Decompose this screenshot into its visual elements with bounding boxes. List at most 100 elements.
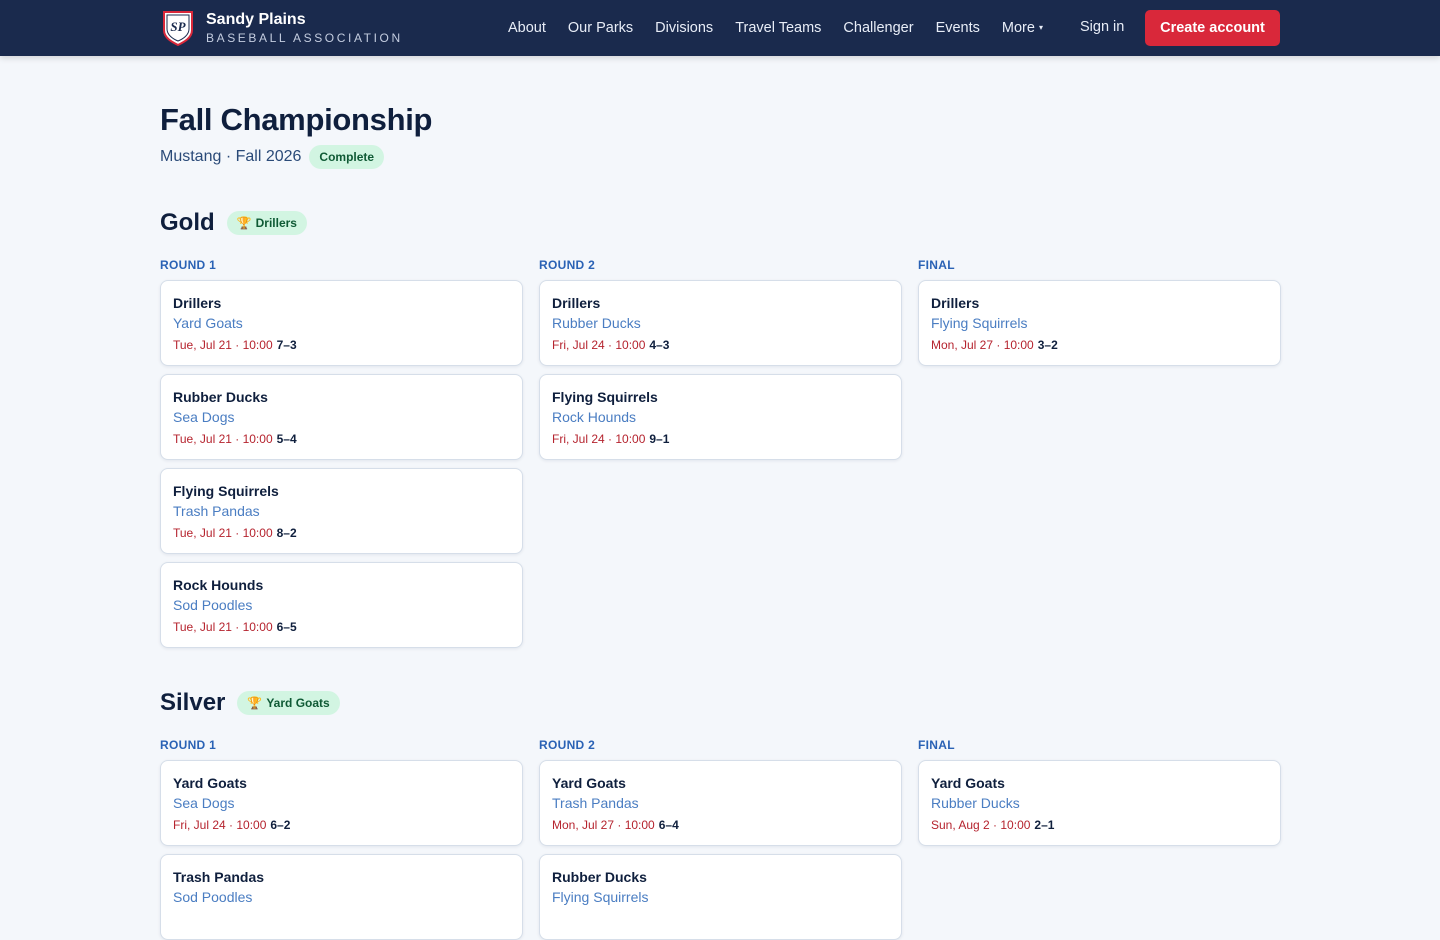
shield-logo-icon: SP [162, 10, 194, 46]
match-datetime: Tue, Jul 21 · 10:00 [173, 432, 273, 446]
match-card[interactable]: Flying Squirrels Rock Hounds Fri, Jul 24 ·… [539, 374, 902, 460]
round-column: FINAL Drillers Flying Squirrels Mon, Jul 27… [918, 258, 1281, 366]
match-loser: Flying Squirrels [931, 315, 1028, 331]
match-score: 4–3 [649, 338, 670, 352]
match-card[interactable]: Flying Squirrels Trash Pandas Tue, Jul 21 … [160, 468, 523, 554]
nav-challenger[interactable]: Challenger [843, 20, 913, 36]
nav-about[interactable]: About [508, 20, 546, 36]
match-card[interactable]: Drillers Rubber Ducks Fri, Jul 24 · 10:00 4… [539, 280, 902, 366]
match-winner: Flying Squirrels [552, 389, 658, 405]
nav-our-parks[interactable]: Our Parks [568, 20, 633, 36]
top-nav-bar: SP Sandy Plains BASEBALL ASSOCIATION Abo… [0, 0, 1440, 56]
match-winner: Flying Squirrels [173, 483, 279, 499]
create-account-button[interactable]: Create account [1145, 10, 1280, 46]
match-winner: Rubber Ducks [552, 869, 647, 885]
match-meta: Mon, Jul 27 · 10:00 6–4 [552, 818, 679, 832]
trophy-icon: 🏆 [247, 696, 263, 710]
round-column: ROUND 1 Yard Goats Sea Dogs Fri, Jul 24 · 1… [160, 738, 523, 940]
nav-divisions[interactable]: Divisions [655, 20, 713, 36]
match-winner: Drillers [552, 295, 601, 311]
trophy-icon: 🏆 [236, 216, 252, 230]
match-winner: Rock Hounds [173, 577, 264, 593]
chevron-down-icon: ▾ [1038, 23, 1043, 32]
match-winner: Drillers [173, 295, 222, 311]
match-loser: Sod Poodles [173, 889, 253, 905]
match-card[interactable]: Rubber Ducks Flying Squirrels [539, 854, 902, 940]
round-column: FINAL Yard Goats Rubber Ducks Sun, Aug 2 · … [918, 738, 1281, 846]
match-card[interactable]: Yard Goats Trash Pandas Mon, Jul 27 · 10:0… [539, 760, 902, 846]
match-score: 5–4 [276, 432, 297, 446]
brand-subtitle: BASEBALL ASSOCIATION [206, 30, 403, 45]
champion-name: Drillers [255, 216, 297, 230]
match-datetime: Mon, Jul 27 · 10:00 [931, 338, 1034, 352]
match-score: 6–2 [270, 818, 291, 832]
match-score: 6–4 [658, 818, 679, 832]
bracket-header: Silver 🏆 Yard Goats [160, 688, 1280, 718]
match-datetime: Tue, Jul 21 · 10:00 [173, 526, 273, 540]
match-datetime: Tue, Jul 21 · 10:00 [173, 620, 273, 634]
match-datetime: Fri, Jul 24 · 10:00 [173, 818, 267, 832]
match-loser: Yard Goats [173, 315, 243, 331]
match-datetime: Mon, Jul 27 · 10:00 [552, 818, 655, 832]
match-meta: Tue, Jul 21 · 10:00 6–5 [173, 620, 297, 634]
match-meta: Fri, Jul 24 · 10:00 6–2 [173, 818, 290, 832]
nav-more-dropdown[interactable]: More ▾ [1002, 20, 1043, 36]
match-card[interactable]: Rubber Ducks Sea Dogs Tue, Jul 21 · 10:00 5… [160, 374, 523, 460]
round-column: ROUND 2 Yard Goats Trash Pandas Mon, Jul 27… [539, 738, 902, 940]
champion-badge: 🏆 Drillers [226, 211, 307, 235]
page-title: Fall Championship [160, 102, 433, 137]
round-column: ROUND 2 Drillers Rubber Ducks Fri, Jul 24 ·… [539, 258, 902, 460]
bracket-section-silver: Silver 🏆 Yard Goats ROUND 1 Yard Goats Sea Do… [160, 688, 1281, 940]
match-score: 9–1 [649, 432, 670, 446]
match-score: 8–2 [276, 526, 297, 540]
match-meta: Mon, Jul 27 · 10:00 3–2 [931, 338, 1058, 352]
nav-more-label: More [1001, 20, 1035, 36]
brand-home-link[interactable]: SP Sandy Plains BASEBALL ASSOCIATION [162, 10, 403, 46]
round-label: FINAL [918, 258, 955, 272]
match-loser: Rubber Ducks [552, 315, 641, 331]
bracket-header: Gold 🏆 Drillers [160, 208, 1280, 238]
match-winner: Yard Goats [552, 775, 626, 791]
match-meta: Tue, Jul 21 · 10:00 8–2 [173, 526, 297, 540]
match-loser: Trash Pandas [173, 503, 260, 519]
nav-events[interactable]: Events [936, 20, 980, 36]
brand-name: Sandy Plains [206, 10, 306, 28]
match-meta [552, 912, 556, 926]
match-score: 6–5 [276, 620, 297, 634]
match-loser: Sod Poodles [173, 597, 253, 613]
match-card[interactable]: Drillers Yard Goats Tue, Jul 21 · 10:00 7–3 [160, 280, 523, 366]
match-winner: Drillers [931, 295, 980, 311]
match-card[interactable]: Rock Hounds Sod Poodles Tue, Jul 21 · 10:0… [160, 562, 523, 648]
match-loser: Sea Dogs [173, 409, 235, 425]
bracket-title: Gold [160, 209, 215, 236]
match-card[interactable]: Trash Pandas Sod Poodles [160, 854, 523, 940]
page-subtitle: Mustang · Fall 2026 [160, 148, 302, 165]
match-datetime: Fri, Jul 24 · 10:00 [552, 338, 646, 352]
bracket-section-gold: Gold 🏆 Drillers ROUND 1 Drillers Yard Goats Tu… [160, 208, 1281, 648]
match-winner: Trash Pandas [173, 869, 265, 885]
match-card[interactable]: Drillers Flying Squirrels Mon, Jul 27 · 10… [918, 280, 1281, 366]
nav-travel-teams[interactable]: Travel Teams [735, 20, 821, 36]
match-meta: Tue, Jul 21 · 10:00 5–4 [173, 432, 297, 446]
match-score: 7–3 [276, 338, 297, 352]
match-loser: Rubber Ducks [931, 795, 1020, 811]
match-datetime: Tue, Jul 21 · 10:00 [173, 338, 273, 352]
sign-in-link[interactable]: Sign in [1080, 19, 1124, 35]
match-score: 2–1 [1034, 818, 1055, 832]
match-winner: Yard Goats [931, 775, 1005, 791]
match-card[interactable]: Yard Goats Sea Dogs Fri, Jul 24 · 10:00 6–2 [160, 760, 523, 846]
match-datetime: Sun, Aug 2 · 10:00 [931, 818, 1031, 832]
round-label: ROUND 1 [160, 258, 217, 272]
match-meta: Sun, Aug 2 · 10:00 2–1 [931, 818, 1054, 832]
match-meta: Tue, Jul 21 · 10:00 7–3 [173, 338, 297, 352]
match-winner: Yard Goats [173, 775, 247, 791]
match-loser: Sea Dogs [173, 795, 235, 811]
round-label: ROUND 1 [160, 738, 217, 752]
match-loser: Flying Squirrels [552, 889, 649, 905]
match-meta [173, 912, 177, 926]
match-card[interactable]: Yard Goats Rubber Ducks Sun, Aug 2 · 10:00… [918, 760, 1281, 846]
champion-name: Yard Goats [266, 696, 330, 710]
status-badge: Complete [309, 145, 385, 169]
round-column: ROUND 1 Drillers Yard Goats Tue, Jul 21 · 1… [160, 258, 523, 648]
main-nav: About Our Parks Divisions Travel Teams C… [508, 0, 1065, 56]
